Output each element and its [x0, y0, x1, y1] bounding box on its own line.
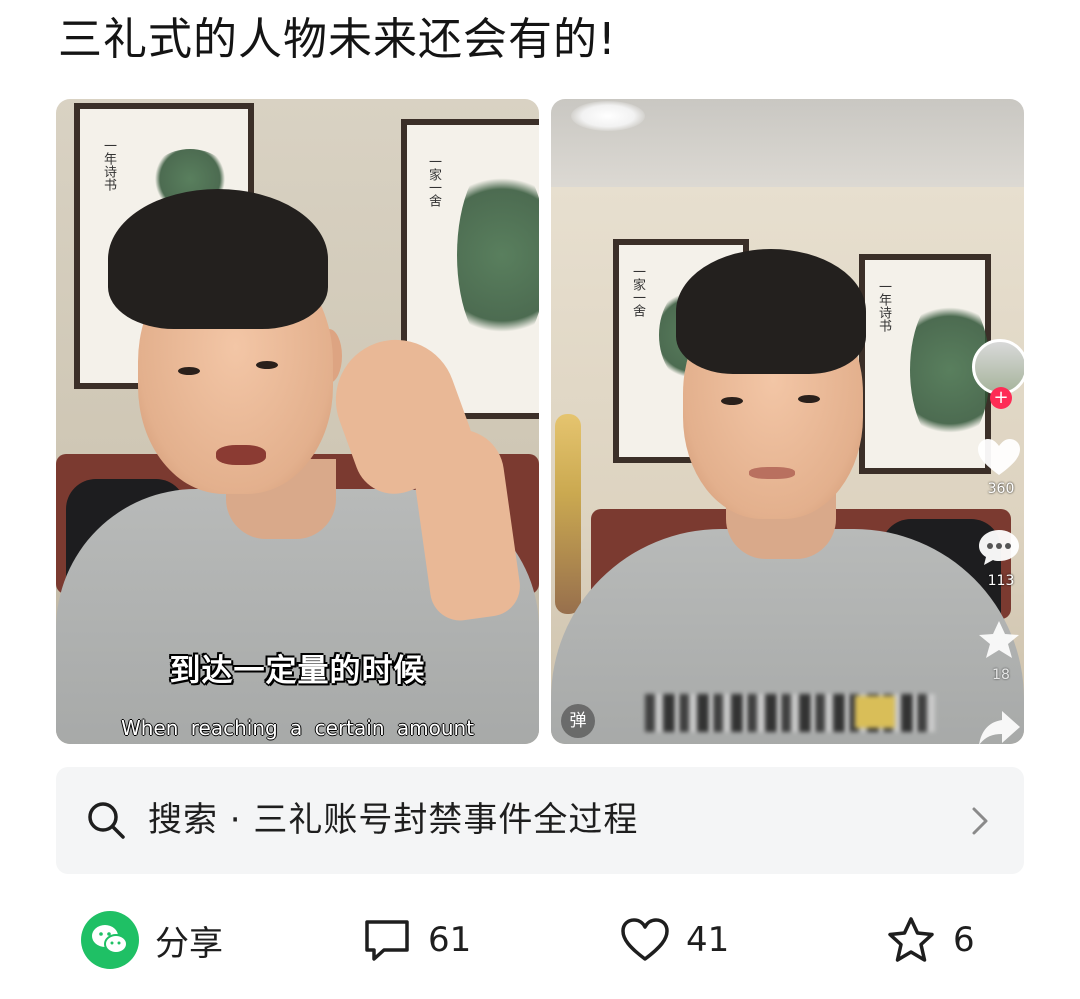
search-icon [88, 802, 125, 839]
favorite-button[interactable]: 6 [885, 900, 975, 980]
ceiling-lamp [571, 101, 645, 131]
star-icon[interactable] [976, 619, 1022, 659]
heart-icon[interactable] [976, 437, 1022, 477]
video-side-actions: + 360 113 18 [964, 339, 1024, 744]
person-hair [108, 189, 328, 329]
heart-icon [621, 918, 669, 961]
search-suggestion-text: 搜索 · 三礼账号封禁事件全过程 [148, 800, 639, 840]
post-title: 三礼式的人物未来还会有的! [58, 14, 617, 65]
blurred-caption [645, 694, 935, 732]
subtitle-english: When reaching a certain amount [120, 716, 475, 740]
wechat-icon [81, 911, 139, 969]
comment-icon [365, 920, 409, 961]
flower-vase [555, 414, 581, 614]
person-hair [676, 249, 866, 374]
video-favorite-count: 18 [992, 667, 1010, 683]
comment-icon[interactable] [976, 527, 1022, 567]
comment-count: 61 [428, 920, 472, 960]
video-thumbnail-left[interactable]: 一年诗书 一家一舍 到达一定量的时候 When reaching a certa… [56, 99, 539, 744]
star-icon [888, 917, 934, 962]
video-comment-count: 113 [987, 573, 1015, 589]
video-like-count: 360 [987, 481, 1015, 497]
share-button[interactable]: 分享 [81, 900, 223, 980]
related-search-bar[interactable]: 搜索 · 三礼账号封禁事件全过程 [56, 767, 1024, 874]
follow-plus-icon[interactable]: + [990, 387, 1012, 409]
subtitle-chinese: 到达一定量的时候 [169, 653, 426, 689]
like-button[interactable]: 41 [620, 900, 729, 980]
video-thumbnail-right[interactable]: 一家一舍 一年诗书 + 360 113 18 弹 [551, 99, 1024, 744]
share-label: 分享 [155, 923, 223, 964]
post-action-bar: 分享 61 41 6 [0, 900, 1080, 980]
comment-button[interactable]: 61 [362, 900, 471, 980]
share-arrow-icon[interactable] [976, 707, 1022, 744]
danmaku-button[interactable]: 弹 [561, 704, 595, 738]
like-count: 41 [686, 920, 730, 960]
chevron-right-icon [972, 807, 988, 835]
favorite-count: 6 [953, 920, 975, 960]
